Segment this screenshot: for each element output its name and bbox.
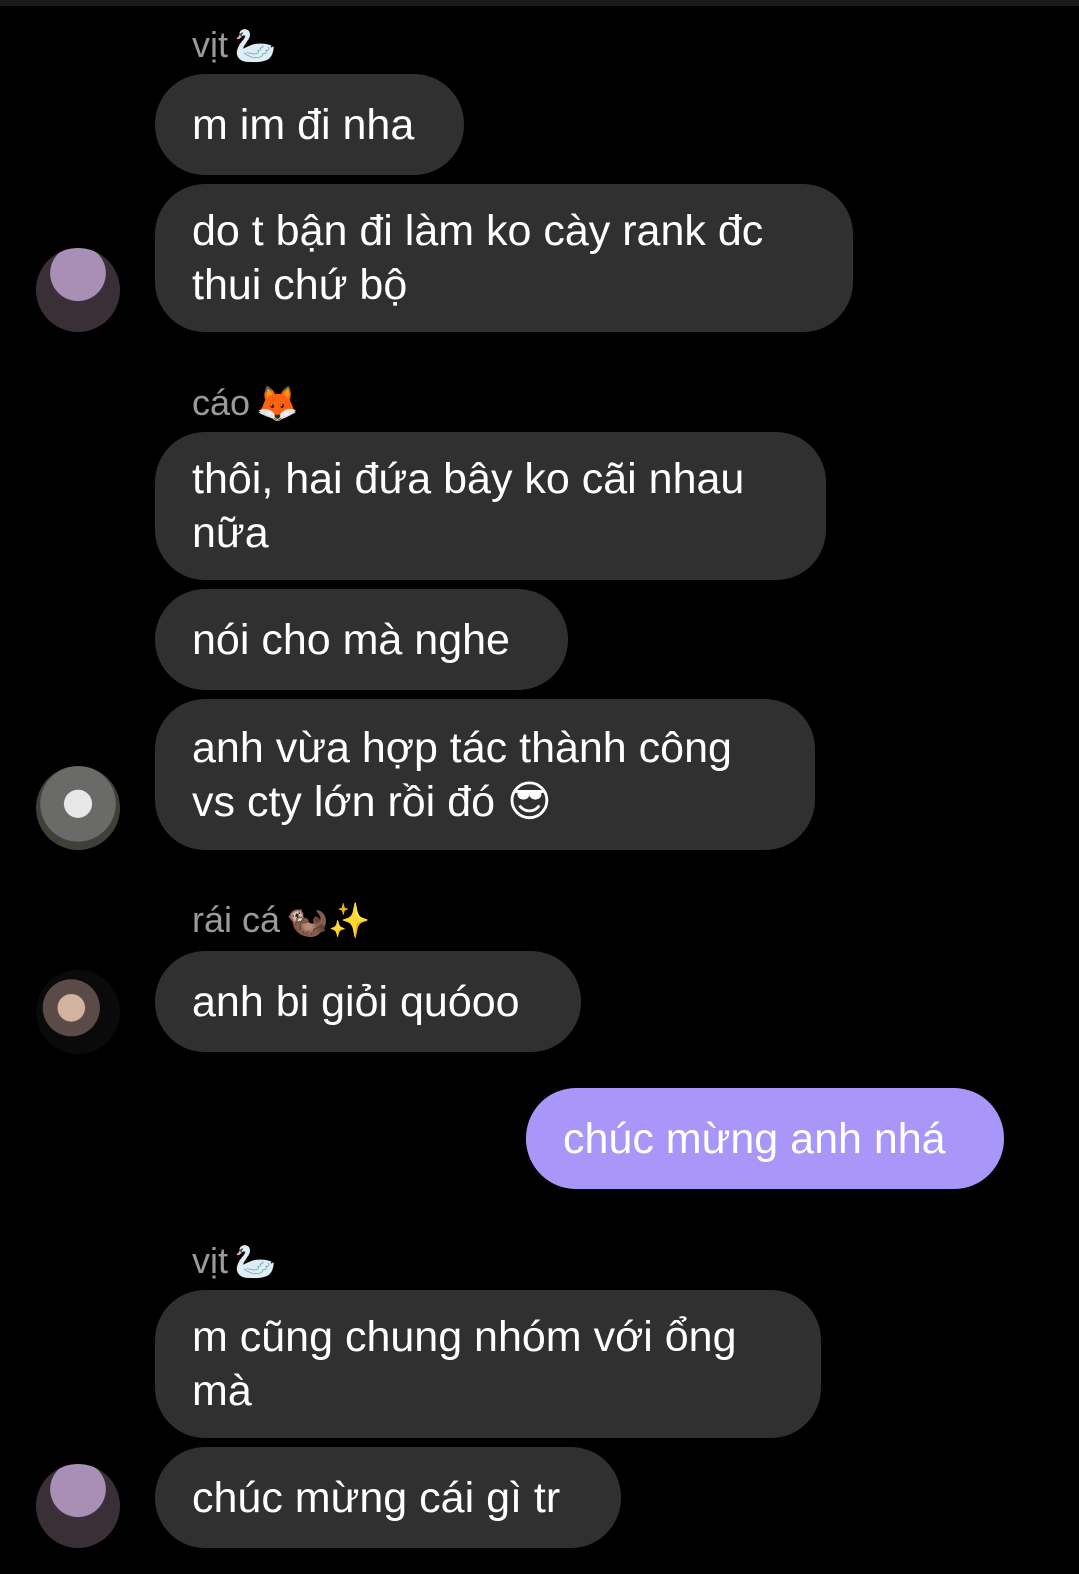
message-bubble[interactable]: nói cho mà nghe (155, 589, 568, 690)
sender-label: cáo (192, 382, 251, 423)
sender-name: vịt 🦢 (192, 1238, 276, 1284)
swan-emoji-icon: 🦢 (234, 1242, 277, 1282)
sender-label: vịt (192, 24, 228, 65)
avatar[interactable] (36, 766, 120, 850)
message-bubble[interactable]: chúc mừng cái gì tr (155, 1447, 621, 1548)
message-text: anh bi giỏi quóoo (192, 977, 520, 1026)
otter-sparkles-emoji-icon: 🦦✨ (286, 901, 371, 941)
sender-name: rái cá 🦦✨ (192, 897, 371, 943)
sender-name: vịt 🦢 (192, 22, 276, 68)
avatar[interactable] (36, 1464, 120, 1548)
message-bubble[interactable]: thôi, hai đứa bây ko cãi nhau nữa (155, 432, 826, 580)
message-bubble[interactable]: m im đi nha (155, 74, 464, 175)
sender-label: vịt (192, 1240, 228, 1281)
message-text: nói cho mà nghe (192, 615, 510, 664)
my-message-bubble[interactable]: chúc mừng anh nhá (526, 1088, 1004, 1189)
message-text: m cũng chung nhóm với ổng mà (192, 1313, 737, 1415)
top-divider (0, 0, 1079, 6)
avatar[interactable] (36, 248, 120, 332)
message-text: thôi, hai đứa bây ko cãi nhau nữa (192, 455, 745, 557)
message-bubble[interactable]: anh bi giỏi quóoo (155, 951, 581, 1052)
message-text: do t bận đi làm ko cày rank đc thui chứ … (192, 207, 764, 309)
fox-emoji-icon: 🦊 (256, 384, 299, 424)
sender-label: rái cá (192, 899, 281, 940)
avatar[interactable] (36, 970, 120, 1054)
message-bubble[interactable]: do t bận đi làm ko cày rank đc thui chứ … (155, 184, 853, 332)
message-text: chúc mừng cái gì tr (192, 1473, 561, 1522)
sender-name: cáo 🦊 (192, 380, 298, 426)
message-bubble[interactable]: m cũng chung nhóm với ổng mà (155, 1290, 821, 1438)
message-text: m im đi nha (192, 100, 415, 149)
swan-emoji-icon: 🦢 (234, 26, 277, 66)
message-bubble[interactable]: anh vừa hợp tác thành công vs cty lớn rồ… (155, 699, 815, 850)
message-text: chúc mừng anh nhá (563, 1114, 946, 1163)
message-text: anh vừa hợp tác thành công vs cty lớn rồ… (192, 723, 732, 826)
